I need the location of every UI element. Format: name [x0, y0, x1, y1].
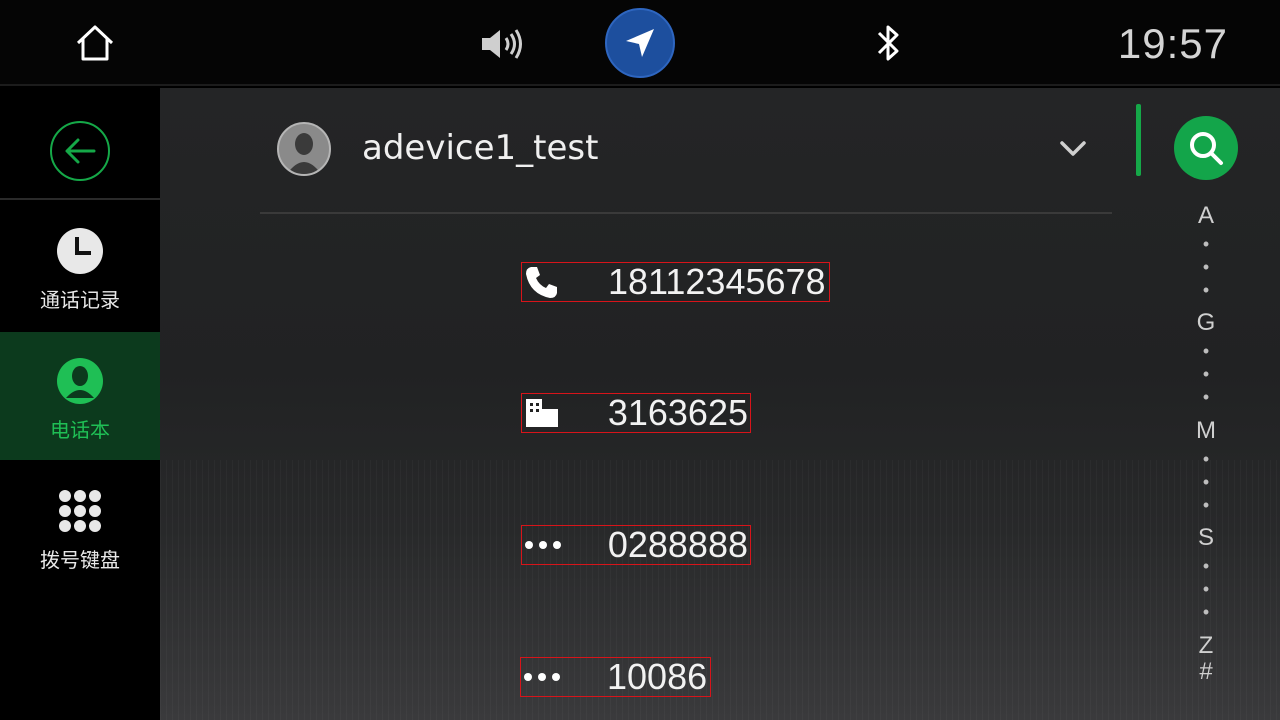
- alphabet-index[interactable]: A • • • G • • • M • • • S • • • Z #: [1184, 198, 1228, 698]
- contact-detail-panel: adevice1_test 18112345678 3163625 028888…: [160, 88, 1280, 720]
- navigation-button[interactable]: [605, 8, 675, 78]
- clock-icon: [57, 228, 103, 274]
- phone-number: 10086: [607, 656, 708, 697]
- search-icon: [1190, 132, 1223, 165]
- sidebar: 通话记录 电话本 拨号键盘: [0, 88, 160, 720]
- alpha-index-dot: •: [1202, 341, 1210, 361]
- home-icon[interactable]: [70, 18, 120, 68]
- phone-number-row[interactable]: 10086: [520, 656, 711, 697]
- phone-number: 18112345678: [608, 261, 826, 302]
- alpha-index-dot: •: [1202, 449, 1210, 469]
- alpha-index-letter[interactable]: M: [1184, 417, 1228, 445]
- floor-texture: [160, 460, 1280, 720]
- volume-icon[interactable]: [478, 22, 526, 66]
- alpha-index-letter[interactable]: G: [1184, 309, 1228, 337]
- navigation-arrow-icon: [626, 29, 654, 57]
- other-dots-icon: [522, 526, 570, 564]
- phone-number-row[interactable]: 0288888: [521, 524, 751, 565]
- mobile-phone-icon: [522, 263, 570, 301]
- sidebar-item-label: 拨号键盘: [40, 548, 120, 572]
- alpha-index-letter[interactable]: A: [1184, 202, 1228, 230]
- chevron-down-icon[interactable]: [1056, 134, 1090, 164]
- clock: 19:57: [1117, 20, 1228, 67]
- alpha-index-dot: •: [1202, 257, 1210, 277]
- divider: [1136, 104, 1141, 176]
- alpha-index-letter[interactable]: Z: [1184, 632, 1228, 660]
- search-button[interactable]: [1174, 116, 1238, 180]
- sidebar-item-label: 电话本: [50, 418, 110, 442]
- alpha-index-dot: •: [1202, 579, 1210, 599]
- phone-number-row[interactable]: 18112345678: [521, 261, 830, 302]
- back-arrow-icon: [65, 138, 96, 164]
- contact-icon: [57, 358, 103, 404]
- sidebar-item-contacts[interactable]: 电话本: [0, 332, 160, 460]
- alpha-index-dot: •: [1202, 556, 1210, 576]
- sidebar-item-call-log[interactable]: 通话记录: [0, 202, 160, 330]
- status-bar: 19:57: [0, 0, 1280, 86]
- bluetooth-icon[interactable]: [866, 18, 910, 68]
- alpha-index-letter[interactable]: #: [1184, 658, 1228, 686]
- other-dots-icon: [521, 658, 569, 696]
- alpha-index-dot: •: [1202, 472, 1210, 492]
- alpha-index-dot: •: [1202, 364, 1210, 384]
- back-area: [0, 88, 160, 200]
- alpha-index-dot: •: [1202, 280, 1210, 300]
- alpha-index-dot: •: [1202, 495, 1210, 515]
- phone-number: 0288888: [607, 524, 748, 565]
- alpha-index-dot: •: [1202, 602, 1210, 622]
- contact-header: adevice1_test: [260, 88, 1112, 214]
- alpha-index-dot: •: [1202, 234, 1210, 254]
- contact-name: adevice1_test: [362, 128, 599, 168]
- dialpad-icon: [57, 488, 103, 534]
- alpha-index-letter[interactable]: S: [1184, 524, 1228, 552]
- alpha-index-dot: •: [1202, 387, 1210, 407]
- phone-number-row[interactable]: 3163625: [521, 392, 751, 433]
- sidebar-item-dialpad[interactable]: 拨号键盘: [0, 462, 160, 590]
- phone-number: 3163625: [607, 392, 748, 433]
- office-building-icon: [522, 394, 570, 432]
- sidebar-item-label: 通话记录: [40, 288, 120, 312]
- back-button[interactable]: [50, 121, 110, 181]
- avatar: [277, 122, 331, 176]
